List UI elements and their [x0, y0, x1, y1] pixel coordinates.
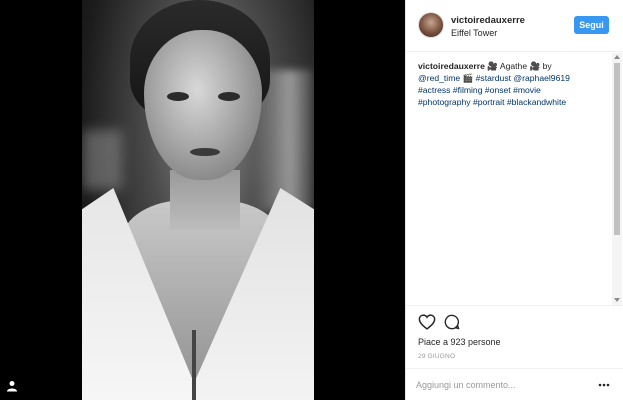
mention-link[interactable]: @red_time [418, 73, 460, 83]
photo-zipper [192, 330, 196, 400]
hashtag-link[interactable]: #photography [418, 97, 471, 107]
media-pane [0, 0, 405, 400]
scroll-down-arrow-icon[interactable] [614, 298, 620, 302]
user-tag-icon[interactable] [6, 380, 18, 392]
scroll-up-arrow-icon[interactable] [614, 55, 620, 59]
scrollbar-thumb[interactable] [614, 63, 620, 235]
post-actions: Piace a 923 persone 29 GIUGNO [406, 305, 623, 400]
username-link[interactable]: victoiredauxerre [451, 15, 525, 26]
photo-left-eye [167, 92, 189, 101]
hashtag-link[interactable]: #stardust [476, 73, 511, 83]
hashtag-link[interactable]: #actress [418, 85, 450, 95]
post-date[interactable]: 29 GIUGNO [418, 353, 455, 360]
more-options-icon[interactable] [598, 383, 610, 387]
photo-lips [190, 148, 220, 156]
photo-face [144, 30, 262, 180]
comment-icon[interactable] [444, 314, 460, 330]
hashtag-link[interactable]: #blackandwhite [507, 97, 566, 107]
comment-input[interactable] [416, 377, 586, 393]
caption-username-link[interactable]: victoiredauxerre [418, 61, 485, 71]
hashtag-link[interactable]: #onset [485, 85, 511, 95]
photo-background-light-left [82, 130, 122, 190]
caption-text: 🎬 [460, 73, 476, 83]
post-side-panel: victoiredauxerre Eiffel Tower Segui vict… [405, 0, 623, 400]
hashtag-link[interactable]: #filming [453, 85, 483, 95]
likes-count[interactable]: Piace a 923 persone [418, 337, 501, 347]
location-link[interactable]: Eiffel Tower [451, 28, 497, 38]
hashtag-link[interactable]: #portrait [473, 97, 505, 107]
heart-icon[interactable] [418, 314, 436, 330]
caption-scrollbar[interactable] [612, 53, 622, 305]
comment-row [406, 368, 623, 400]
post-caption: victoiredauxerre 🎥 Agathe 🎥 by @red_time… [418, 60, 608, 108]
photo-right-eye [218, 92, 240, 101]
avatar[interactable] [418, 12, 444, 38]
caption-text: 🎥 Agathe 🎥 by [484, 61, 552, 71]
hashtag-link[interactable]: #movie [513, 85, 541, 95]
post-header: victoiredauxerre Eiffel Tower Segui [406, 0, 623, 52]
caption-area: victoiredauxerre 🎥 Agathe 🎥 by @red_time… [406, 53, 623, 303]
post-photo[interactable] [82, 0, 314, 400]
mention-link[interactable]: @raphael9619 [513, 73, 570, 83]
follow-button[interactable]: Segui [574, 16, 609, 34]
